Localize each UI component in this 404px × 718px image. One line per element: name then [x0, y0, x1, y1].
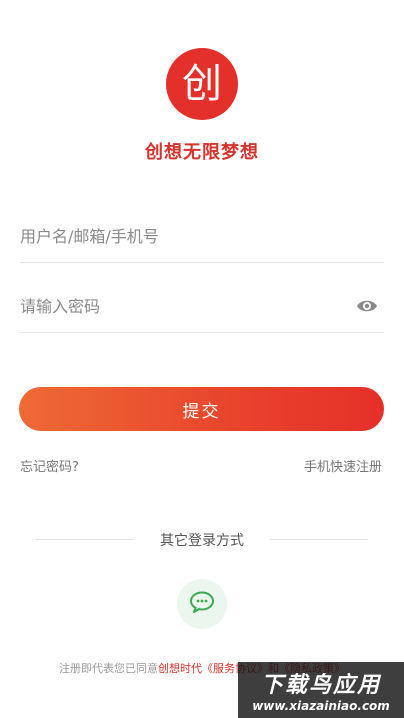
- watermark-title: 下载鸟应用: [260, 673, 381, 698]
- username-input[interactable]: [20, 210, 340, 262]
- show-password-eye-icon[interactable]: [356, 296, 378, 316]
- agreement-prefix: 注册即代表您已同意: [59, 662, 158, 675]
- wechat-login-button[interactable]: [177, 579, 227, 629]
- wechat-icon: [189, 590, 215, 618]
- quick-register-link[interactable]: 手机快速注册: [304, 456, 382, 475]
- watermark-url: www.xiazainiao.com: [252, 699, 390, 713]
- logo-glyph: 创: [182, 61, 222, 107]
- divider-right: [270, 539, 368, 540]
- username-field: [20, 210, 384, 263]
- watermark: 下载鸟应用 www.xiazainiao.com: [238, 662, 404, 718]
- forgot-password-link[interactable]: 忘记密码?: [20, 456, 79, 475]
- password-input[interactable]: [20, 280, 340, 332]
- submit-button[interactable]: 提交: [19, 387, 384, 431]
- other-login-title: 其它登录方式: [160, 533, 244, 549]
- app-logo: 创: [166, 48, 238, 120]
- app-tagline: 创想无限梦想: [145, 142, 259, 163]
- password-field: [20, 280, 384, 333]
